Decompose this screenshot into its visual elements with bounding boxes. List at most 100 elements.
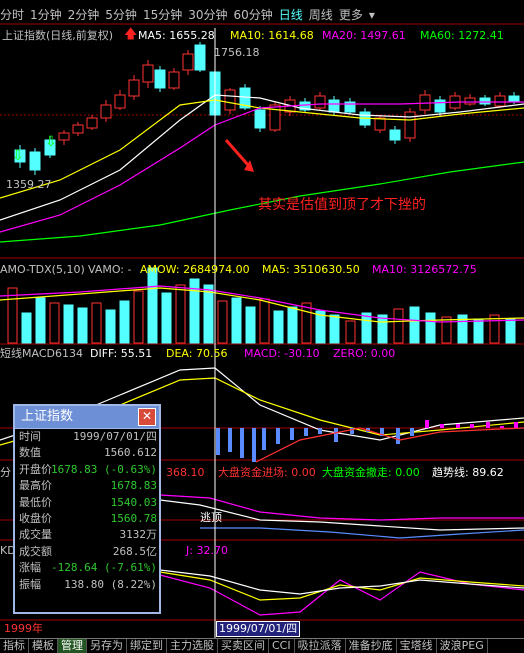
volume-bar xyxy=(35,297,46,344)
volume-bar xyxy=(329,314,340,344)
tooltip-row: 收盘价 1560.78 xyxy=(15,511,159,527)
candle-body xyxy=(142,64,154,83)
comment-text: 其实是估值到顶了才下挫的 xyxy=(258,197,426,213)
tab-15min[interactable]: 15分钟 xyxy=(143,8,182,22)
indicator-tab[interactable]: 指标 xyxy=(0,639,29,653)
ma20-label: MA20: 1497.61 xyxy=(322,29,406,42)
candle-body xyxy=(374,117,386,131)
candle-body xyxy=(494,95,506,107)
dea-label: DEA: 70.56 xyxy=(166,347,228,360)
volume-bar xyxy=(63,304,74,344)
indicator-tab[interactable]: 主力选股 xyxy=(167,639,218,653)
tooltip-row-value: 3132万 xyxy=(119,528,158,542)
tooltip-row-key: 数值 xyxy=(19,446,41,460)
high-price-marker: 1756.18 xyxy=(214,46,260,59)
comment-arrow xyxy=(224,139,250,166)
tab-1min[interactable]: 1分钟 xyxy=(30,8,62,22)
vol-ma5-label: MA5: 3510630.50 xyxy=(262,263,360,276)
tooltip-title: 上证指数 xyxy=(21,409,74,424)
macd-histogram-bar xyxy=(456,424,460,428)
tooltip-row-key: 最高价 xyxy=(19,479,52,493)
tooltip-row-value: 1560.612 xyxy=(104,446,157,460)
candle-body xyxy=(182,53,194,71)
tooltip-row: 涨幅 -128.64 (-7.61%) xyxy=(15,560,159,576)
tooltip-row: 开盘价 1678.83 (-0.63%) xyxy=(15,462,159,478)
indicator-tab[interactable]: CCI xyxy=(269,639,295,653)
tooltip-row: 数值 1560.612 xyxy=(15,445,159,461)
down-arrow-icon: ⇩ xyxy=(45,134,57,150)
indicator-tab[interactable]: 买卖区间 xyxy=(218,639,269,653)
zero-label: ZERO: 0.00 xyxy=(333,347,396,360)
macd-histogram-bar xyxy=(410,428,414,436)
tooltip-row-key: 成交量 xyxy=(19,528,52,542)
macd-histogram-bar xyxy=(486,422,490,428)
indicator-tab[interactable]: 宝塔线 xyxy=(397,639,437,653)
macd-histogram-bar xyxy=(500,426,504,428)
escape-top-label: 逃顶 xyxy=(200,511,222,524)
tooltip-row-value: 1560.78 xyxy=(110,511,157,525)
macd-histogram-bar xyxy=(262,428,266,450)
candle-body xyxy=(508,95,520,103)
macd-histogram-bar xyxy=(440,424,444,428)
tooltip-row: 最低价 1540.03 xyxy=(15,495,159,511)
volume-bar xyxy=(77,307,88,344)
tooltip-row: 成交额 268.5亿 xyxy=(15,544,159,560)
volume-bar xyxy=(287,306,298,344)
tab-weekly[interactable]: 周线 xyxy=(309,8,333,22)
candle-body xyxy=(404,111,416,139)
indicator-tab[interactable]: 模板 xyxy=(29,639,58,653)
candle-body xyxy=(254,109,266,129)
chevron-down-icon[interactable]: ▾ xyxy=(369,8,375,22)
macd-histogram-bar xyxy=(304,428,308,436)
low-price-marker: 1359.27 xyxy=(6,178,52,191)
close-icon[interactable]: ✕ xyxy=(138,408,156,426)
tab-2min[interactable]: 2分钟 xyxy=(68,8,100,22)
data-tooltip-window[interactable]: 上证指数 ✕ 时间 1999/07/01/四数值 1560.612 开盘价 1678.8… xyxy=(13,404,161,614)
diff-label: DIFF: 55.51 xyxy=(90,347,153,360)
tab-more[interactable]: 更多 xyxy=(339,8,363,22)
tab-60min[interactable]: 60分钟 xyxy=(234,8,273,22)
macd-histogram-bar xyxy=(228,428,232,452)
tooltip-row-key: 振幅 xyxy=(19,577,41,591)
volume-bar xyxy=(361,312,372,344)
volume-bar xyxy=(473,318,484,344)
volume-bar xyxy=(175,284,186,344)
candle-body xyxy=(464,97,476,105)
volume-bar xyxy=(133,290,144,344)
macd-histogram-bar xyxy=(396,428,400,444)
indicator-tab[interactable]: 另存为 xyxy=(87,639,127,653)
indicator-tab[interactable]: 波浪PEG xyxy=(437,639,488,653)
volume-bar xyxy=(409,306,420,344)
candle-body xyxy=(389,129,401,141)
tab-daily[interactable]: 日线 xyxy=(279,8,303,22)
tooltip-row: 最高价 1678.83 xyxy=(15,478,159,494)
indicator-tab[interactable]: 绑定到 xyxy=(127,639,167,653)
indicator-tab[interactable]: 管理 xyxy=(58,639,87,653)
macd-indicator-name: 短线MACD6134 xyxy=(0,347,83,360)
volume-bar xyxy=(105,309,116,344)
vamo-label: VAMO: - xyxy=(88,263,132,276)
candle-body xyxy=(194,44,206,71)
ma60-label: MA60: 1272.41 xyxy=(420,29,504,42)
tooltip-row: 成交量 3132万 xyxy=(15,527,159,543)
tab-5min[interactable]: 5分钟 xyxy=(105,8,137,22)
indicator-tab[interactable]: 吸拉派落 xyxy=(295,639,346,653)
tab-fenshi[interactable]: 分时 xyxy=(0,8,24,22)
amow-label: AMOW: 2684974.00 xyxy=(140,263,250,276)
tooltip-row-key: 时间 xyxy=(19,430,41,443)
indicator-tab[interactable]: 准备抄底 xyxy=(346,639,397,653)
tooltip-row-value: 268.5亿 xyxy=(112,544,157,558)
volume-bar xyxy=(217,300,228,344)
cursor-date-label: 1999/07/01/四 xyxy=(216,621,301,637)
candle-body xyxy=(72,124,84,134)
macd-histogram-bar xyxy=(425,420,429,428)
candle-body xyxy=(434,99,446,113)
tooltip-row-value: 1999/07/01/四 xyxy=(73,430,157,443)
volume-bar xyxy=(231,297,242,344)
macd-histogram-bar xyxy=(514,422,518,428)
tab-30min[interactable]: 30分钟 xyxy=(188,8,227,22)
tooltip-header[interactable]: 上证指数 ✕ xyxy=(15,406,159,429)
candle-body xyxy=(58,132,70,141)
candle-body xyxy=(128,79,140,97)
year-label: 1999年 xyxy=(4,622,43,635)
